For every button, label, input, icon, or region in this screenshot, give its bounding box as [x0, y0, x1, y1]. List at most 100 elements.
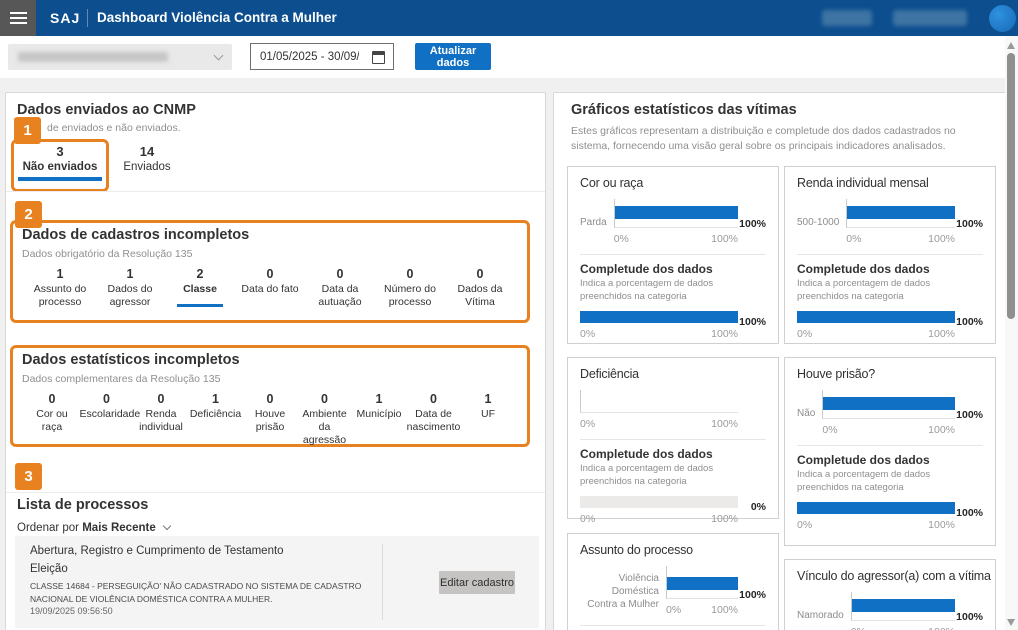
bar-value-label: 100%: [956, 218, 983, 230]
stat-label: Houve prisão: [243, 408, 297, 434]
stat-label: UF: [461, 408, 515, 421]
chart-card-deficiencia: Deficiência 0% 100% Completude dos dados…: [567, 357, 779, 519]
chart-card-houve-prisao: Houve prisão? Não 100% 0% 100% Completud…: [784, 357, 996, 546]
scroll-up-arrow-icon[interactable]: [1007, 42, 1015, 49]
stat-item[interactable]: 1 UF: [461, 392, 515, 446]
date-range-input[interactable]: [251, 44, 359, 69]
bar-chart-empty: 0% 100%: [580, 390, 766, 430]
axis-tick: 100%: [928, 328, 955, 340]
x-axis: 0% 100%: [851, 626, 955, 630]
update-data-button[interactable]: Atualizar dados: [415, 43, 491, 70]
completeness-value: 100%: [739, 316, 766, 328]
charts-panel: Gráficos estatísticos das vítimas Estes …: [553, 92, 1007, 630]
axis-tick: 100%: [711, 328, 738, 340]
stat-item[interactable]: 0 Cor ou raça: [25, 392, 79, 446]
stat-count: 0: [407, 392, 461, 406]
stat-item[interactable]: 1 Assunto do processo: [25, 267, 95, 309]
completeness-subtitle: Indica a porcentagem de dados preenchido…: [797, 469, 983, 495]
chart-card-assunto-processo: Assunto do processo Violência Doméstica …: [567, 533, 779, 630]
selected-tab-underline: [18, 177, 102, 181]
vertical-scrollbar[interactable]: [1005, 36, 1018, 630]
tab-enviados[interactable]: 14 Enviados: [116, 145, 178, 173]
section-dados-estatisticos-incompletos: Dados estatísticos incompletos Dados com…: [10, 345, 530, 447]
axis-tick: 100%: [928, 424, 955, 436]
stat-item[interactable]: 1 Município: [352, 392, 406, 446]
stat-item[interactable]: 0 Data da autuação: [305, 267, 375, 309]
card-divider: [580, 439, 766, 440]
completeness-bar: 0% 0% 100%: [580, 496, 766, 525]
unit-select-dropdown[interactable]: [8, 44, 232, 70]
x-axis: 0% 100%: [580, 328, 738, 340]
axis-tick: 0%: [822, 424, 837, 436]
app-logo[interactable]: SAJ: [50, 10, 80, 26]
process-list-item: Abertura, Registro e Cumprimento de Test…: [15, 536, 539, 628]
stat-count: 1: [189, 392, 243, 406]
user-menu-redacted-1[interactable]: [822, 10, 872, 26]
stat-item[interactable]: 2 Classe: [165, 267, 235, 309]
completeness-title: Completude dos dados: [580, 447, 766, 461]
bar-chart: Parda 100% 0% 100%: [580, 199, 766, 245]
card-divider: [797, 254, 983, 255]
stat-count: 1: [25, 267, 95, 281]
cnmp-section-title: Dados enviados ao CNMP: [17, 102, 196, 118]
date-range-field[interactable]: [250, 43, 394, 70]
stat-item[interactable]: 0 Escolaridade: [80, 392, 134, 446]
stat-count: 0: [445, 267, 515, 281]
stat-count: 0: [25, 392, 79, 406]
hamburger-menu-button[interactable]: [0, 0, 36, 36]
completeness-fill: [797, 502, 955, 514]
edit-record-button[interactable]: Editar cadastro: [439, 571, 515, 594]
stat-item[interactable]: 1 Deficiência: [189, 392, 243, 446]
bar-value-label: 100%: [956, 409, 983, 421]
bar: [823, 397, 955, 410]
stat-label: Classe: [165, 283, 235, 296]
completeness-fill: [797, 311, 955, 323]
stat-label: Dados do agressor: [95, 283, 165, 309]
section-separator: [6, 492, 545, 493]
chart-title: Deficiência: [580, 367, 766, 381]
stat-item[interactable]: 0 Data do fato: [235, 267, 305, 309]
stat-count: 0: [134, 392, 188, 406]
axis-tick: 0%: [797, 519, 812, 531]
stat-label: Data do fato: [235, 283, 305, 296]
axis-tick: 100%: [711, 604, 738, 616]
category-label: Namorado: [797, 609, 851, 622]
scroll-down-arrow-icon[interactable]: [1007, 619, 1015, 626]
stat-count: 0: [305, 267, 375, 281]
charts-panel-title: Gráficos estatísticos das vítimas: [571, 102, 797, 118]
stat-item[interactable]: 0 Houve prisão: [243, 392, 297, 446]
stat-item[interactable]: 0 Renda individual: [134, 392, 188, 446]
stat-item[interactable]: 0 Dados da Vítima: [445, 267, 515, 309]
stat-count: 1: [461, 392, 515, 406]
axis-tick: 0%: [666, 604, 681, 616]
axis-tick: 100%: [928, 233, 955, 245]
tab-nao-enviados[interactable]: 3 Não enviados: [11, 139, 109, 192]
user-avatar[interactable]: [989, 5, 1016, 32]
bar: [852, 599, 955, 612]
stat-item[interactable]: 0 Ambiente da agressão: [298, 392, 352, 446]
chart-title: Renda individual mensal: [797, 176, 983, 190]
category-label: Não: [797, 407, 822, 420]
stat-label: Escolaridade: [80, 408, 134, 421]
stat-label: Deficiência: [189, 408, 243, 421]
chart-card-cor-ou-raca: Cor ou raça Parda 100% 0% 100% Completud…: [567, 166, 779, 344]
tab-count: 3: [56, 145, 63, 160]
stat-row: 1 Assunto do processo 1 Dados do agresso…: [25, 267, 515, 309]
category-label: Violência Doméstica Contra a Mulher: [580, 572, 666, 611]
stat-count: 0: [235, 267, 305, 281]
stat-item[interactable]: 1 Dados do agressor: [95, 267, 165, 309]
stat-item[interactable]: 0 Número do processo: [375, 267, 445, 309]
tab-label: Não enviados: [23, 161, 98, 173]
stat-item[interactable]: 0 Data de nascimento: [407, 392, 461, 446]
stat-label: Assunto do processo: [25, 283, 95, 309]
calendar-icon[interactable]: [372, 51, 385, 64]
user-menu-redacted-2[interactable]: [893, 10, 967, 26]
scrollbar-thumb[interactable]: [1007, 53, 1015, 319]
sort-control[interactable]: Ordenar por Mais Recente: [17, 522, 170, 534]
chart-title: Houve prisão?: [797, 367, 983, 381]
axis-tick: 0%: [580, 328, 595, 340]
category-label: 500-1000: [797, 216, 846, 229]
chart-title: Cor ou raça: [580, 176, 766, 190]
axis-tick: 100%: [711, 418, 738, 430]
axis-tick: 0%: [580, 418, 595, 430]
